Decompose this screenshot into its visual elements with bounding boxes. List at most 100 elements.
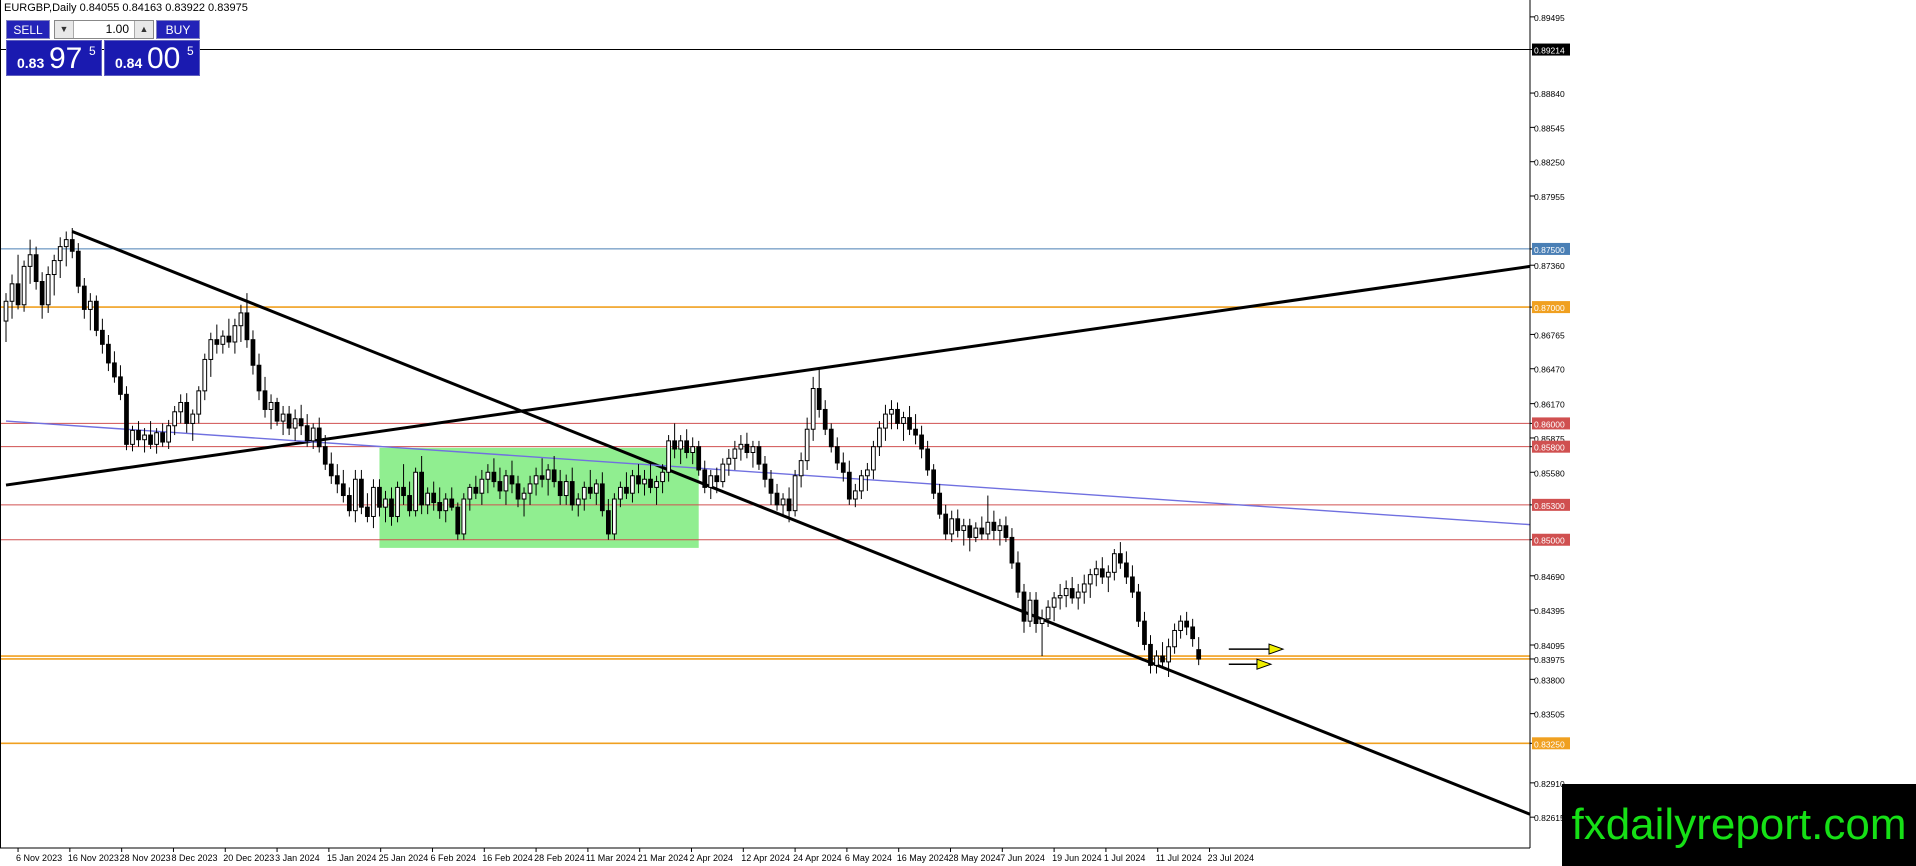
candle-153 [925, 440, 930, 476]
candle-body [756, 446, 762, 465]
candle-body [160, 432, 165, 443]
candle-body [112, 362, 117, 378]
candle-76 [461, 493, 467, 540]
candle-17 [106, 335, 111, 372]
candle-196 [1184, 611, 1189, 636]
candle-body [858, 475, 864, 492]
candle-174 [1051, 592, 1057, 622]
buy-button[interactable]: BUY [156, 20, 200, 39]
candle-body [365, 506, 370, 517]
candle-body [1142, 620, 1147, 645]
candle-134 [810, 376, 816, 441]
candle-162 [979, 516, 985, 540]
candle-body [1069, 588, 1075, 599]
buy-price-panel[interactable]: 0.84 00 5 [104, 40, 200, 76]
candle-161 [973, 522, 979, 543]
candle-body [708, 475, 714, 488]
candle-body [642, 478, 647, 485]
candle-178 [1075, 583, 1081, 610]
y-tick-label-7: 0.87360 [1534, 261, 1565, 271]
candle-160 [967, 518, 973, 552]
lot-size-value[interactable]: 1.00 [106, 22, 129, 36]
sell-price-big: 97 [49, 42, 83, 75]
candle-body [304, 425, 310, 442]
candle-body [1045, 606, 1051, 620]
buy-price-big: 00 [147, 42, 181, 75]
candle-body [256, 364, 262, 392]
y-tick-label-0: 0.89495 [1534, 13, 1565, 23]
x-tick-label-5: 3 Jan 2024 [275, 853, 320, 863]
candle-body [973, 527, 979, 538]
price-chart[interactable]: 0.89495 0.89214 0.88840 0.88545 0.88250 0.879… [0, 0, 1916, 866]
candle-175 [1057, 583, 1063, 610]
candle-38 [232, 318, 238, 354]
candle-126 [762, 455, 768, 488]
lot-increase-icon[interactable]: ▲ [134, 21, 153, 38]
candle-body [479, 478, 485, 494]
candle-197 [1190, 618, 1196, 647]
x-tick-label-2: 28 Nov 2023 [120, 853, 171, 863]
candle-27 [166, 419, 172, 450]
x-tick-label-19: 7 Jun 2024 [1000, 853, 1045, 863]
lot-decrease-icon[interactable]: ▼ [55, 21, 74, 38]
candle-body [371, 486, 376, 517]
candle-124 [750, 440, 756, 468]
candle-33 [202, 353, 208, 401]
candle-body [497, 481, 503, 492]
candle-24 [148, 421, 153, 450]
candle-body [383, 498, 388, 508]
candle-body [232, 325, 238, 343]
candle-body [1087, 574, 1093, 585]
candle-145 [877, 421, 882, 456]
candle-body [624, 486, 629, 494]
candle-154 [931, 464, 937, 500]
candle-body [931, 469, 937, 494]
candle-31 [190, 409, 196, 441]
sell-price-panel[interactable]: 0.83 97 5 [6, 40, 102, 76]
candle-body [377, 486, 382, 508]
candle-body [461, 498, 467, 535]
candle-26 [160, 423, 165, 447]
x-tick-label-15: 24 Apr 2024 [793, 853, 842, 863]
candle-146 [883, 404, 888, 441]
candle-body [569, 481, 575, 506]
candle-123 [744, 432, 750, 459]
candle-body [298, 418, 304, 427]
candle-body [804, 428, 810, 462]
lot-size-field[interactable]: ▼ 1.00 ▲ [54, 20, 154, 39]
x-tick-label-16: 6 May 2024 [845, 853, 892, 863]
candle-143 [865, 462, 870, 491]
candle-body [774, 492, 780, 506]
candle-157 [949, 510, 955, 543]
candle-131 [792, 469, 798, 517]
candle-195 [1178, 615, 1183, 639]
y-tick-label-23: 0.83505 [1534, 710, 1565, 720]
candle-body [877, 427, 882, 448]
y-tick-label-26: 0.82615 [1534, 813, 1565, 823]
candle-60 [365, 493, 370, 523]
candle-body [672, 440, 677, 450]
candle-body [828, 428, 834, 448]
candle-body [515, 483, 521, 500]
candle-42 [256, 353, 262, 401]
candle-189 [1142, 611, 1147, 651]
candle-body [1118, 553, 1123, 564]
candle-body [581, 486, 587, 500]
y-tick-label-1: 0.89214 [1534, 46, 1565, 56]
candle-body [509, 475, 515, 485]
y-tick-label-6: 0.87500 [1534, 245, 1565, 255]
candle-body [130, 429, 135, 445]
candle-117 [708, 469, 714, 500]
candle-28 [172, 405, 178, 436]
candle-132 [798, 452, 804, 488]
sell-button[interactable]: SELL [6, 20, 50, 39]
candle-body [274, 401, 280, 422]
candle-171 [1033, 592, 1039, 633]
candle-body [1033, 599, 1039, 624]
candle-body [1105, 571, 1111, 578]
candle-body [1075, 591, 1081, 599]
candle-156 [943, 504, 949, 540]
candle-body [545, 469, 551, 480]
candle-body [226, 335, 232, 343]
candle-body [925, 448, 930, 471]
